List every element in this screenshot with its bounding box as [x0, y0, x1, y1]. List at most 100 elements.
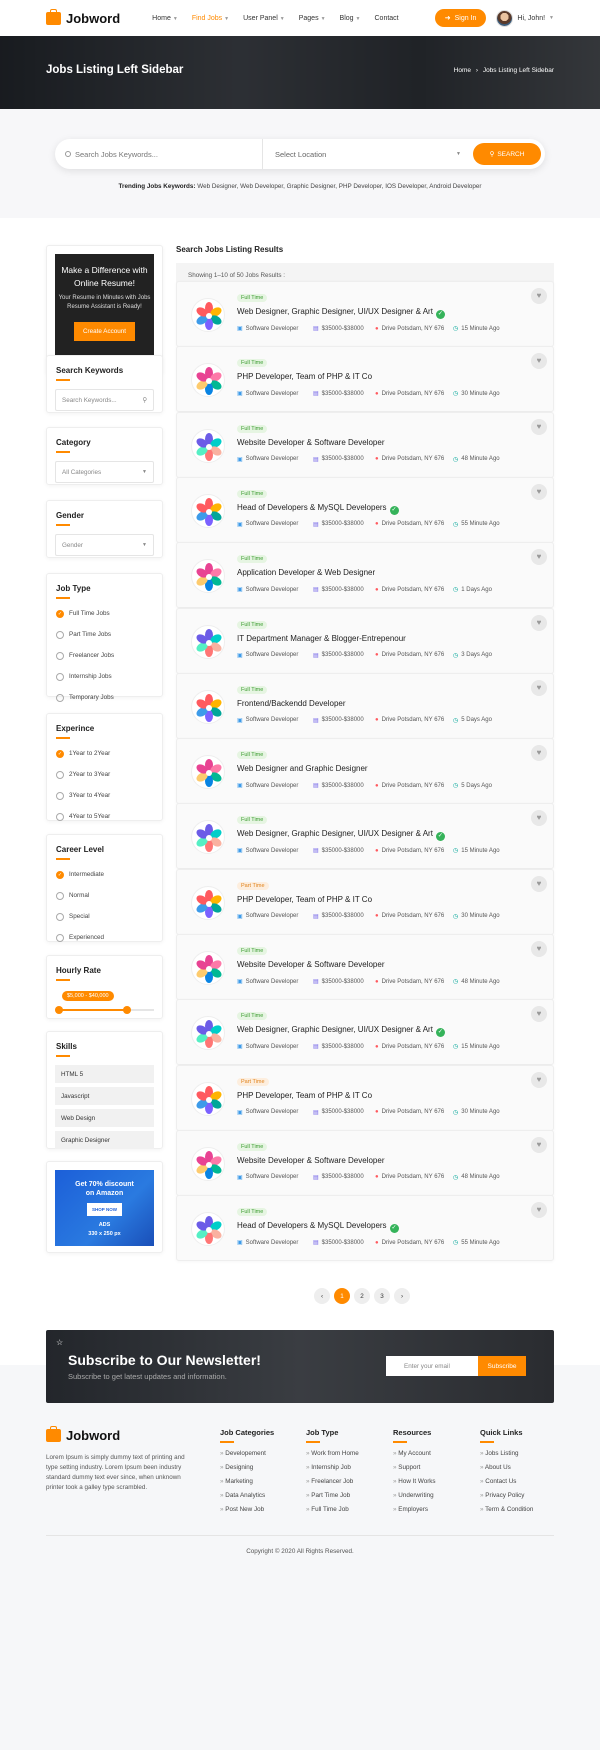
footer-link[interactable]: » My Account: [393, 1447, 436, 1461]
job-title-link[interactable]: PHP Developer, Team of PHP & IT Co: [237, 895, 372, 904]
footer-link[interactable]: » Internship Job: [306, 1461, 359, 1475]
company-logo[interactable]: [191, 559, 225, 594]
favorite-heart-icon[interactable]: ♥: [531, 353, 547, 370]
footer-link[interactable]: » Full Time Job: [306, 1503, 359, 1517]
footer-link[interactable]: » Freelancer Job: [306, 1475, 359, 1489]
career-option[interactable]: Normal: [56, 885, 162, 906]
category-select[interactable]: All Categories ▼: [55, 461, 154, 483]
favorite-heart-icon[interactable]: ♥: [531, 941, 547, 957]
trending-list[interactable]: Web Designer, Web Developer, Graphic Des…: [196, 183, 481, 190]
slider-handle-min[interactable]: [55, 1006, 63, 1014]
footer-link[interactable]: » Underwriting: [393, 1489, 436, 1503]
page-button[interactable]: 3: [374, 1288, 390, 1304]
job-title-link[interactable]: Head of Developers & MySQL Developers ✓: [237, 1221, 399, 1234]
job-title-link[interactable]: Website Developer & Software Developer: [237, 438, 384, 447]
job-title-link[interactable]: Web Designer, Graphic Designer, UI/UX De…: [237, 829, 445, 842]
next-page-button[interactable]: ›: [394, 1288, 410, 1304]
job-type-option[interactable]: Freelancer Jobs: [56, 645, 162, 666]
footer-link[interactable]: » Marketing: [220, 1475, 274, 1489]
page-button[interactable]: 2: [354, 1288, 370, 1304]
job-card[interactable]: Full Time Website Developer & Software De…: [176, 1129, 554, 1196]
breadcrumb-home[interactable]: Home: [454, 67, 471, 74]
footer-link[interactable]: » Employers: [393, 1503, 436, 1517]
search-button[interactable]: ⚲ SEARCH: [473, 143, 541, 165]
job-type-option[interactable]: Internship Jobs: [56, 666, 162, 687]
favorite-heart-icon[interactable]: ♥: [531, 288, 547, 304]
create-account-button[interactable]: Create Account: [73, 322, 136, 341]
favorite-heart-icon[interactable]: ♥: [531, 875, 547, 892]
job-type-option[interactable]: Temporary Jobs: [56, 687, 162, 708]
job-card[interactable]: Full Time Web Designer, Graphic Designer,…: [176, 999, 554, 1066]
company-logo[interactable]: [191, 298, 225, 332]
favorite-heart-icon[interactable]: ♥: [531, 614, 547, 631]
company-logo[interactable]: [191, 885, 225, 920]
company-logo[interactable]: [191, 689, 225, 724]
experience-option[interactable]: 2Year to 3Year: [56, 764, 162, 785]
menu-blog[interactable]: Blog ▼: [340, 15, 361, 22]
job-card[interactable]: Full Time Head of Developers & MySQL Deve…: [176, 476, 554, 543]
job-title-link[interactable]: Head of Developers & MySQL Developers ✓: [237, 503, 399, 515]
job-card[interactable]: Full Time Web Designer and Graphic Design…: [176, 738, 554, 805]
ad-banner[interactable]: Get 70% discount on Amazon SHOP NOW ADS …: [55, 1170, 154, 1246]
prev-page-button[interactable]: ‹: [314, 1288, 330, 1304]
footer-logo[interactable]: Jobword: [46, 1426, 191, 1443]
job-title-link[interactable]: Website Developer & Software Developer: [237, 960, 384, 969]
company-logo[interactable]: [191, 820, 225, 855]
job-card[interactable]: Part Time PHP Developer, Team of PHP & IT…: [176, 1064, 554, 1131]
slider-handle-max[interactable]: [123, 1006, 131, 1014]
job-title-link[interactable]: PHP Developer, Team of PHP & IT Co: [237, 1091, 372, 1100]
career-option[interactable]: ✓ Intermediate: [56, 864, 162, 885]
favorite-heart-icon[interactable]: ♥: [531, 1006, 547, 1023]
user-menu[interactable]: Hi, John! ▼: [496, 9, 554, 27]
company-logo[interactable]: [191, 1212, 225, 1247]
menu-pages[interactable]: Pages ▼: [299, 15, 326, 22]
job-title-link[interactable]: Web Designer, Graphic Designer, UI/UX De…: [237, 1025, 445, 1038]
footer-link[interactable]: » Jobs Listing: [480, 1447, 533, 1461]
experience-option[interactable]: 3Year to 4Year: [56, 785, 162, 806]
footer-link[interactable]: » Contact Us: [480, 1475, 533, 1489]
company-logo[interactable]: [191, 624, 225, 659]
job-card[interactable]: Full Time Frontend/Backendd Developer ▣ Sof…: [176, 672, 554, 739]
shop-now-button[interactable]: SHOP NOW: [87, 1203, 122, 1216]
footer-link[interactable]: » About Us: [480, 1461, 533, 1475]
job-card[interactable]: Full Time Website Developer & Software De…: [176, 411, 554, 478]
skill-tag[interactable]: Javascript: [55, 1087, 154, 1105]
subscribe-button[interactable]: Subscribe: [478, 1356, 526, 1376]
job-title-link[interactable]: Web Designer, Graphic Designer, UI/UX De…: [237, 307, 445, 319]
job-title-link[interactable]: PHP Developer, Team of PHP & IT Co: [237, 372, 372, 381]
company-logo[interactable]: [191, 363, 225, 398]
favorite-heart-icon[interactable]: ♥: [531, 1071, 547, 1088]
gender-select[interactable]: Gender ▼: [55, 534, 154, 556]
job-card[interactable]: Part Time PHP Developer, Team of PHP & IT…: [176, 868, 554, 935]
footer-link[interactable]: » Support: [393, 1461, 436, 1475]
company-logo[interactable]: [191, 755, 225, 790]
footer-link[interactable]: » Privacy Policy: [480, 1489, 533, 1503]
job-card[interactable]: Full Time Web Designer, Graphic Designer,…: [176, 803, 554, 870]
brand-logo[interactable]: Jobword: [46, 8, 120, 26]
career-option[interactable]: Experienced: [56, 927, 162, 948]
favorite-heart-icon[interactable]: ♥: [531, 1202, 547, 1219]
company-logo[interactable]: [191, 428, 225, 463]
favorite-heart-icon[interactable]: ♥: [531, 483, 547, 500]
skill-tag[interactable]: Graphic Designer: [55, 1131, 154, 1149]
menu-find-jobs[interactable]: Find Jobs ▼: [192, 15, 229, 22]
company-logo[interactable]: [191, 493, 225, 528]
company-logo[interactable]: [191, 951, 225, 985]
job-card[interactable]: Full Time Head of Developers & MySQL Deve…: [176, 1195, 554, 1262]
favorite-heart-icon[interactable]: ♥: [531, 810, 547, 827]
footer-link[interactable]: » Work from Home: [306, 1447, 359, 1461]
rate-slider[interactable]: $5,000 - $40,000: [55, 991, 154, 1014]
job-title-link[interactable]: Frontend/Backendd Developer: [237, 699, 346, 708]
newsletter-email-input[interactable]: Enter your email: [386, 1356, 478, 1376]
footer-link[interactable]: » How It Works: [393, 1475, 436, 1489]
location-select[interactable]: Select Location ▼: [262, 139, 473, 169]
menu-user-panel[interactable]: User Panel ▼: [243, 15, 285, 22]
page-button[interactable]: 1: [334, 1288, 350, 1304]
job-card[interactable]: Full Time Website Developer & Software De…: [176, 934, 554, 1000]
footer-link[interactable]: » Post New Job: [220, 1503, 274, 1517]
company-logo[interactable]: [191, 1146, 225, 1181]
experience-option[interactable]: ✓ 1Year to 2Year: [56, 743, 162, 764]
job-title-link[interactable]: Application Developer & Web Designer: [237, 568, 375, 577]
job-type-option[interactable]: Part Time Jobs: [56, 624, 162, 645]
footer-link[interactable]: » Term & Condition: [480, 1503, 533, 1517]
